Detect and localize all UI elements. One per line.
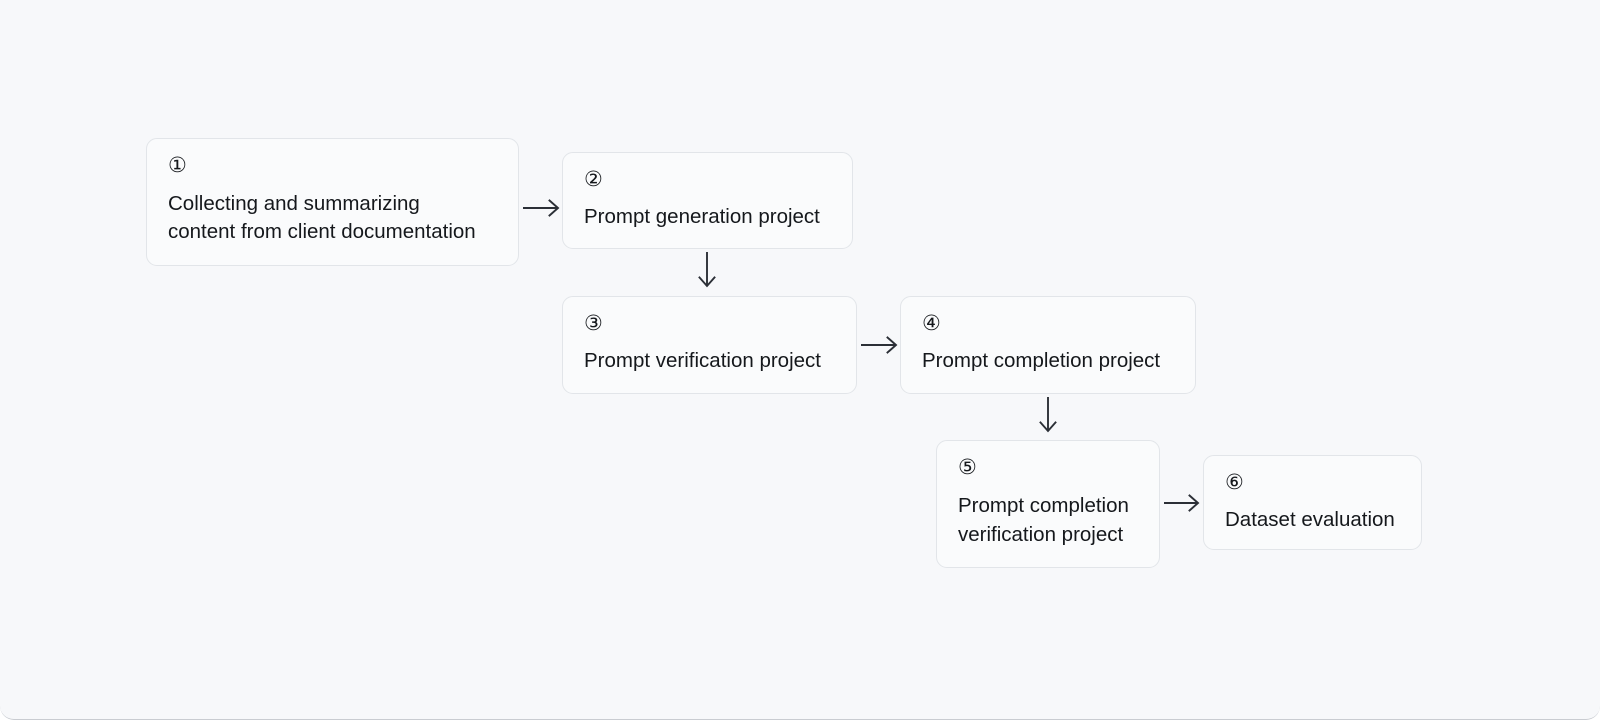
step-number-badge-1: ① (168, 153, 187, 177)
step-number-badge-2: ② (584, 167, 603, 191)
flow-arrow-1-to-2 (523, 195, 567, 221)
step-number-badge-3: ③ (584, 311, 603, 335)
flow-node-label-3: Prompt verification project (584, 349, 821, 372)
flow-node-label-2: Prompt generation project (584, 205, 820, 228)
flow-node-2[interactable]: ② Prompt generation project (562, 152, 853, 249)
step-number-badge-4: ④ (922, 311, 941, 335)
flow-node-label-6: Dataset evaluation (1225, 508, 1395, 531)
step-number-badge-6: ⑥ (1225, 470, 1244, 494)
step-number-badge-5: ⑤ (958, 455, 977, 479)
flow-arrow-3-to-4 (861, 332, 905, 358)
flow-node-4[interactable]: ④ Prompt completion project (900, 296, 1196, 394)
flow-arrow-2-to-3 (694, 252, 720, 294)
flow-node-label-5: Prompt completion verification project (958, 494, 1129, 547)
flow-arrow-4-to-5 (1035, 397, 1061, 439)
flow-node-1[interactable]: ① Collecting and summarizing content fro… (146, 138, 519, 266)
flow-arrow-5-to-6 (1164, 490, 1206, 516)
flow-node-5[interactable]: ⑤ Prompt completion verification project (936, 440, 1160, 568)
flowchart-canvas: ① Collecting and summarizing content fro… (0, 0, 1600, 720)
flow-node-6[interactable]: ⑥ Dataset evaluation (1203, 455, 1422, 550)
flow-node-label-4: Prompt completion project (922, 349, 1161, 372)
flow-node-label-1: Collecting and summarizing content from … (168, 192, 476, 244)
flow-node-3[interactable]: ③ Prompt verification project (562, 296, 857, 394)
